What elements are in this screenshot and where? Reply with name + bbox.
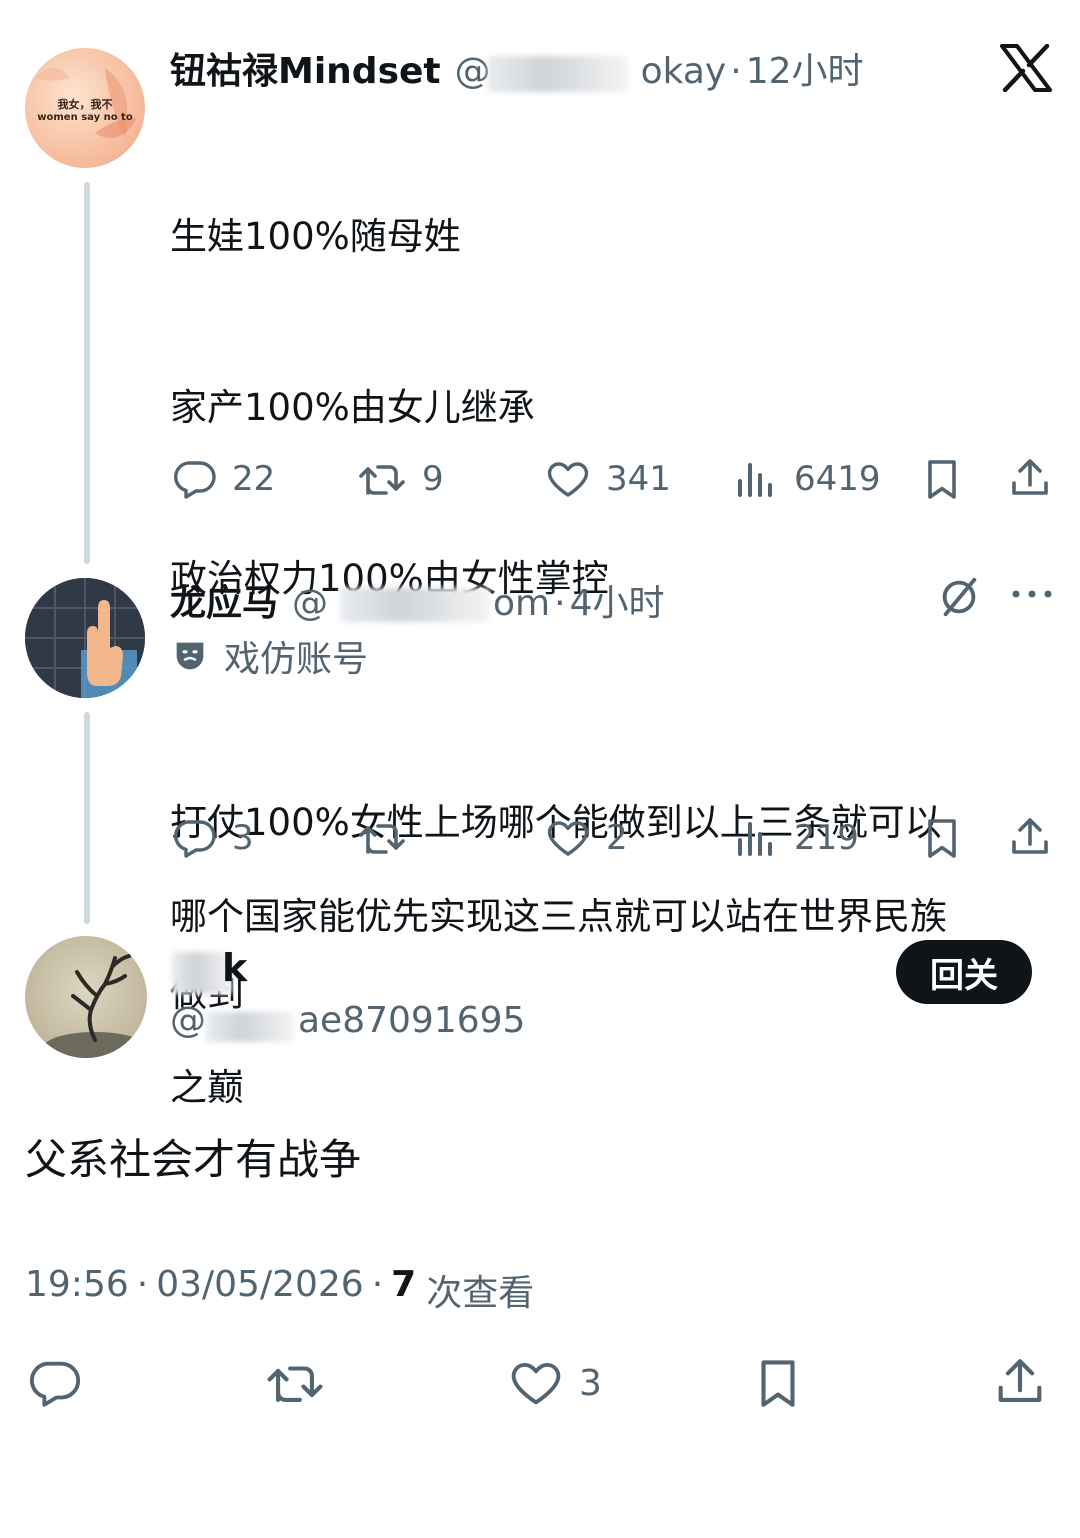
redaction-blur (488, 56, 628, 92)
follow-back-button[interactable]: 回关 (896, 940, 1032, 1004)
tweet-line: 生娃100%随母姓 (170, 215, 461, 258)
views-chart-icon (738, 463, 772, 497)
bookmark-icon (928, 819, 956, 858)
share-icon (1012, 818, 1048, 854)
handle-prefix[interactable]: @ (170, 1000, 206, 1041)
dot-separator: · (554, 583, 566, 624)
tweet-text: 打仗100%女性上场哪个能做到以上三条就可以 做到 (170, 680, 1050, 1136)
display-name[interactable]: 龙应马 (170, 574, 278, 626)
grok-icon[interactable] (936, 574, 982, 620)
share-button[interactable] (991, 1354, 1049, 1412)
share-button[interactable] (1006, 455, 1054, 503)
reply-count: 22 (232, 459, 276, 499)
avatar-text: 我女，我不 (57, 98, 113, 111)
share-icon (998, 1359, 1042, 1402)
avatar[interactable]: 我女，我不 women say no to (25, 48, 145, 168)
x-logo-icon[interactable] (1000, 43, 1052, 93)
timestamp[interactable]: 4小时 (570, 574, 665, 626)
dot-separator: · (730, 51, 742, 92)
bookmark-button[interactable] (749, 1354, 807, 1412)
tweet-date[interactable]: 03/05/2026 (156, 1264, 364, 1316)
handle-tail[interactable]: ae87091695 (298, 1000, 525, 1041)
thread-connector-line (84, 712, 90, 924)
views-count: 6419 (794, 459, 881, 499)
views-button[interactable]: 6419 (732, 455, 881, 503)
like-count: 341 (606, 459, 671, 499)
reply-icon (29, 1361, 81, 1407)
action-bar: 3 2 219 (170, 814, 1050, 870)
views-chart-icon (738, 822, 772, 856)
redaction-blur (206, 1012, 294, 1042)
reply-button[interactable]: 3 (170, 814, 254, 862)
reply-count: 3 (232, 818, 254, 858)
hand-gesture-icon (25, 578, 145, 698)
redaction-blur (340, 588, 490, 622)
views-button[interactable]: 219 (732, 814, 859, 862)
like-count: 3 (579, 1362, 602, 1404)
tree-painting-icon (43, 954, 147, 1058)
dot-separator: · (136, 1264, 149, 1305)
dot-separator: · (371, 1264, 384, 1305)
bookmark-button[interactable] (918, 814, 966, 862)
views-count: 219 (794, 818, 859, 858)
handle-tail[interactable]: okay (641, 51, 727, 92)
handle-tail[interactable]: om (493, 583, 550, 624)
parody-label-text: 戏仿账号 (224, 639, 369, 680)
like-button[interactable]: 341 (544, 455, 671, 503)
display-name[interactable]: k (222, 946, 247, 990)
timestamp[interactable]: 12小时 (746, 42, 864, 94)
heart-icon (547, 462, 589, 497)
bookmark-icon (928, 460, 956, 499)
avatar[interactable] (25, 578, 145, 698)
more-options-icon[interactable] (1010, 584, 1054, 604)
share-button[interactable] (1006, 814, 1054, 862)
avatar[interactable] (25, 936, 147, 1058)
reply-button[interactable] (25, 1354, 83, 1412)
avatar-text: women say no to (37, 112, 133, 123)
main-tweet-text: 父系社会才有战争 (25, 1135, 362, 1184)
theater-mask-icon (176, 642, 204, 670)
retweet-count: 9 (422, 459, 444, 499)
retweet-icon (267, 1366, 323, 1402)
parody-label: 戏仿账号 (170, 630, 368, 682)
tweet-timestamp-row: 19:56 · 03/05/2026 · 7 次查看 (25, 1264, 534, 1316)
like-count: 2 (606, 818, 628, 858)
reply-icon (174, 461, 216, 499)
retweet-icon (359, 824, 405, 854)
tweet-time[interactable]: 19:56 (25, 1264, 129, 1316)
views-count: 7 (391, 1264, 417, 1305)
thread-connector-line (84, 182, 90, 564)
handle-prefix[interactable]: @ (292, 583, 328, 624)
main-action-bar: 3 (25, 1354, 1055, 1418)
bookmark-button[interactable] (918, 455, 966, 503)
retweet-button[interactable]: 9 (356, 455, 444, 503)
heart-icon (547, 821, 589, 856)
display-name[interactable]: 钮祜禄Mindset (170, 42, 441, 94)
share-icon (1012, 459, 1048, 495)
tweet-line: 家产100%由女儿继承 (170, 386, 535, 429)
retweet-button[interactable] (263, 1354, 327, 1412)
reply-icon (174, 820, 216, 858)
handle-prefix[interactable]: @ (455, 51, 491, 92)
retweet-button[interactable] (356, 814, 422, 862)
reply-button[interactable]: 22 (170, 455, 275, 503)
bookmark-icon (761, 1360, 795, 1407)
action-bar: 22 9 341 6419 (170, 455, 1050, 511)
like-button[interactable]: 2 (544, 814, 628, 862)
heart-icon (511, 1362, 561, 1405)
views-label: 次查看 (426, 1273, 535, 1314)
retweet-icon (359, 465, 405, 495)
like-button[interactable]: 3 (507, 1354, 602, 1412)
